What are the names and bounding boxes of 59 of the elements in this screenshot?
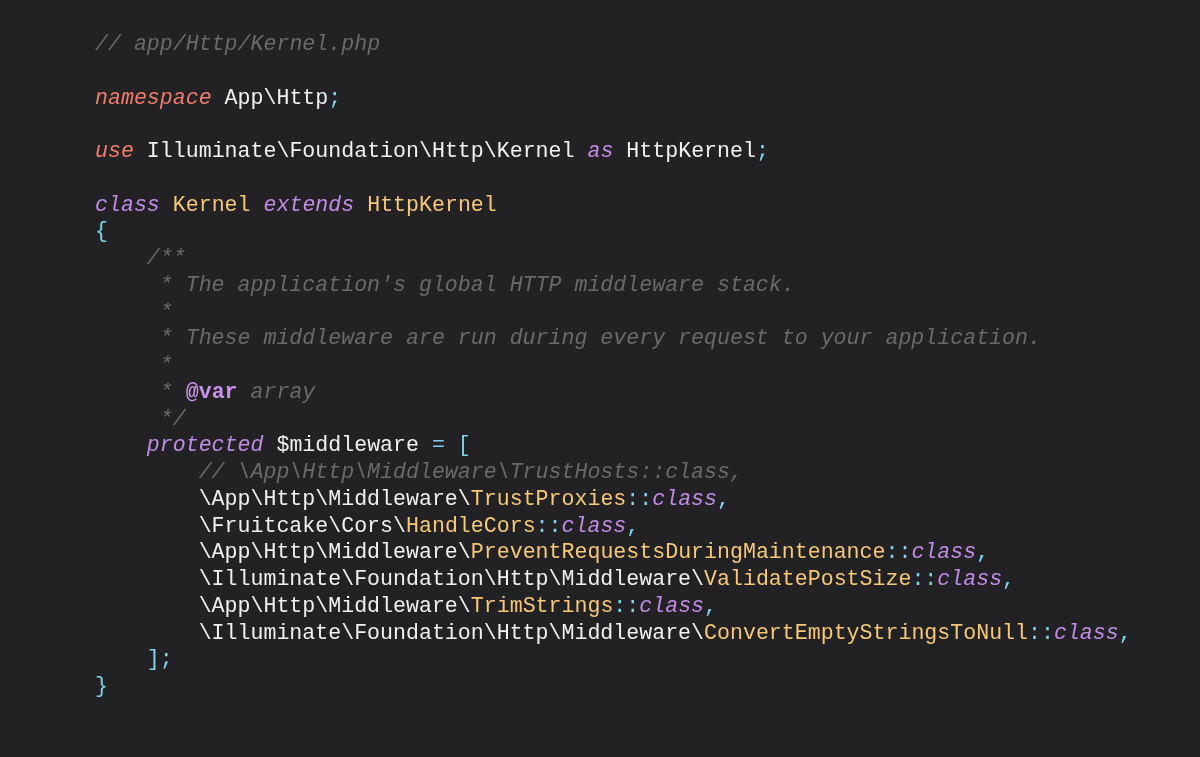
code-keyword: class xyxy=(639,593,705,618)
code-punctuation: :: xyxy=(626,486,653,511)
code-keyword: protected xyxy=(146,433,264,458)
code-text: \Illuminate\Foundation\Http\Middleware\ xyxy=(198,567,705,591)
code-comment: /** xyxy=(146,246,186,270)
code-text: \App\Http\Middleware\ xyxy=(198,593,471,618)
code-keyword: class xyxy=(652,486,718,511)
code-punctuation: { xyxy=(95,219,108,244)
code-punctuation: ]; xyxy=(146,647,173,672)
code-keyword: class xyxy=(95,192,160,217)
code-keyword: extends xyxy=(263,192,355,217)
code-punctuation: :: xyxy=(1028,620,1054,645)
code-keyword: namespace xyxy=(95,85,212,110)
code-text: \App\Http\Middleware\ xyxy=(198,540,471,565)
code-punctuation: :: xyxy=(885,540,912,565)
class-name: PreventRequestsDuringMaintenance xyxy=(470,540,886,565)
code-punctuation: :: xyxy=(535,513,562,538)
code-punctuation: , xyxy=(717,486,730,511)
code-text: HttpKernel xyxy=(626,139,756,163)
class-name: HandleCors xyxy=(406,513,536,538)
code-comment: * xyxy=(158,379,173,404)
code-comment: // \App\Http\Middleware\TrustHosts::class, xyxy=(198,460,743,484)
class-name: ConvertEmptyStringsToNull xyxy=(704,620,1028,645)
code-text: Illuminate\Foundation\Http\Kernel xyxy=(146,139,575,163)
code-comment: */ xyxy=(158,406,186,431)
code-punctuation: :: xyxy=(613,593,640,618)
class-name: TrimStrings xyxy=(470,593,614,618)
code-comment: array xyxy=(250,379,316,404)
code-text: \Fruitcake\Cors\ xyxy=(198,513,406,538)
code-text: $middleware xyxy=(276,433,419,458)
code-punctuation: } xyxy=(95,674,108,698)
code-text: \App\Http\Middleware\ xyxy=(198,486,471,511)
doc-tag: @var xyxy=(185,379,238,404)
code-text: App\Http xyxy=(224,85,329,110)
code-comment: * These middleware are run during every request to your application. xyxy=(158,326,1041,351)
code-keyword: class xyxy=(937,567,1003,591)
code-punctuation: , xyxy=(626,513,640,538)
class-name: TrustProxies xyxy=(470,486,627,511)
class-name: HttpKernel xyxy=(367,192,497,217)
code-punctuation: , xyxy=(1002,567,1016,591)
class-name: ValidatePostSize xyxy=(704,567,912,591)
code-punctuation: , xyxy=(976,540,990,565)
code-punctuation: , xyxy=(704,593,718,618)
class-name: Kernel xyxy=(172,192,251,217)
code-punctuation: , xyxy=(1118,620,1132,645)
code-keyword: as xyxy=(587,139,614,163)
code-keyword: class xyxy=(911,540,977,565)
code-text: \Illuminate\Foundation\Http\Middleware\ xyxy=(198,620,705,645)
code-comment: * xyxy=(158,299,173,324)
code-keyword: class xyxy=(1053,620,1119,645)
code-keyword: use xyxy=(95,139,134,163)
code-punctuation: = [ xyxy=(431,433,471,458)
code-punctuation: ; xyxy=(755,139,769,163)
code-punctuation: ; xyxy=(328,85,342,110)
code-punctuation: :: xyxy=(911,567,938,591)
code-comment: * xyxy=(158,353,173,377)
code-comment: // app/Http/Kernel.php xyxy=(95,32,381,56)
code-comment: * The application's global HTTP middleware stack. xyxy=(158,272,795,297)
code-keyword: class xyxy=(561,513,627,538)
